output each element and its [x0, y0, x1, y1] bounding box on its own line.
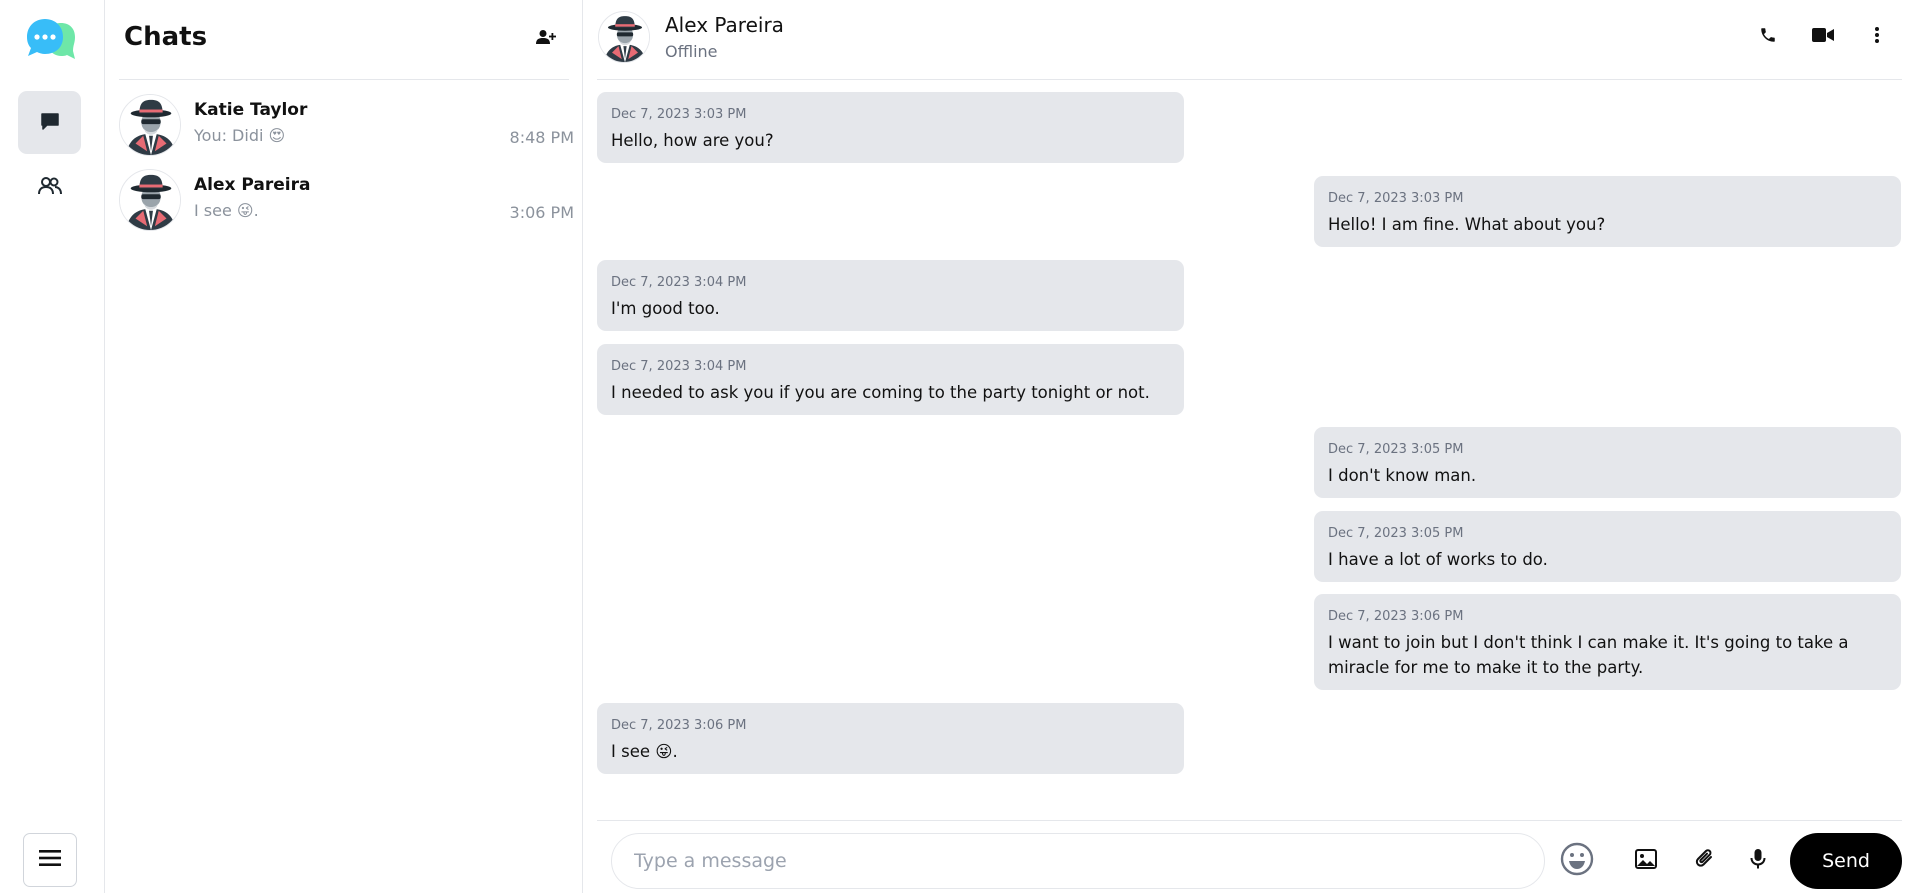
- message-text: I have a lot of works to do.: [1328, 550, 1548, 569]
- attach-file-button[interactable]: [1686, 842, 1724, 880]
- more-vertical-icon: [1874, 26, 1880, 48]
- video-call-button[interactable]: [1808, 22, 1838, 52]
- message-bubble-outgoing: Dec 7, 2023 3:05 PM I don't know man.: [1314, 427, 1901, 498]
- add-contact-button[interactable]: [531, 24, 561, 54]
- message-text: I'm good too.: [611, 299, 720, 318]
- left-rail: [0, 0, 105, 893]
- video-icon: [1812, 27, 1834, 47]
- message-bubble-incoming: Dec 7, 2023 3:04 PM I'm good too.: [597, 260, 1184, 331]
- message-timestamp: Dec 7, 2023 3:04 PM: [611, 275, 747, 290]
- message-timestamp: Dec 7, 2023 3:06 PM: [611, 718, 747, 733]
- microphone-icon: [1750, 848, 1766, 874]
- menu-button[interactable]: [23, 833, 77, 887]
- emoji-button[interactable]: [1558, 842, 1596, 880]
- message-text: I needed to ask you if you are coming to…: [611, 383, 1150, 402]
- message-timestamp: Dec 7, 2023 3:05 PM: [1328, 442, 1464, 457]
- message-text: Hello, how are you?: [611, 131, 774, 150]
- rail-contacts-button[interactable]: [18, 156, 81, 219]
- composer-divider: [597, 820, 1902, 821]
- chat-preview: You: Didi 😍: [194, 126, 286, 145]
- chat-list-header: Chats: [119, 0, 569, 80]
- paperclip-icon: [1695, 848, 1715, 874]
- avatar: [119, 169, 181, 231]
- message-bubble-outgoing: Dec 7, 2023 3:05 PM I have a lot of work…: [1314, 511, 1901, 582]
- message-text: I want to join but I don't think I can m…: [1328, 633, 1849, 677]
- message-bubble-incoming: Dec 7, 2023 3:03 PM Hello, how are you?: [597, 92, 1184, 163]
- chat-time: 8:48 PM: [509, 128, 574, 147]
- conversation-status: Offline: [665, 42, 718, 61]
- message-timestamp: Dec 7, 2023 3:04 PM: [611, 359, 747, 374]
- users-icon: [37, 176, 62, 200]
- image-upload-button[interactable]: [1627, 842, 1665, 880]
- chat-list-panel: Chats Katie Taylor You: Didi 😍 8:48 PM A…: [105, 0, 583, 893]
- message-input[interactable]: [611, 833, 1545, 889]
- message-bubble-incoming: Dec 7, 2023 3:04 PM I needed to ask you …: [597, 344, 1184, 415]
- message-bubble-outgoing: Dec 7, 2023 3:03 PM Hello! I am fine. Wh…: [1314, 176, 1901, 247]
- image-icon: [1635, 849, 1657, 873]
- message-timestamp: Dec 7, 2023 3:03 PM: [611, 107, 747, 122]
- chat-preview: I see 😜.: [194, 201, 259, 220]
- message-composer: Send: [583, 820, 1910, 893]
- rail-chats-button[interactable]: [18, 91, 81, 154]
- avatar: [119, 94, 181, 156]
- chat-time: 3:06 PM: [509, 203, 574, 222]
- avatar: [598, 11, 650, 63]
- chat-name: Alex Pareira: [194, 175, 311, 195]
- more-options-button[interactable]: [1862, 22, 1892, 52]
- message-text: I don't know man.: [1328, 466, 1477, 485]
- message-text: Hello! I am fine. What about you?: [1328, 215, 1606, 234]
- chat-list-title: Chats: [124, 22, 208, 52]
- message-bubble-incoming: Dec 7, 2023 3:06 PM I see 😜.: [597, 703, 1184, 774]
- conversation-name: Alex Pareira: [665, 13, 784, 37]
- app-logo: [25, 17, 75, 65]
- voice-record-button[interactable]: [1739, 842, 1777, 880]
- hamburger-icon: [39, 849, 61, 871]
- chat-bubble-icon: [40, 111, 60, 135]
- message-text: I see 😜.: [611, 742, 678, 761]
- message-bubble-outgoing: Dec 7, 2023 3:06 PM I want to join but I…: [1314, 594, 1901, 690]
- chat-list-item[interactable]: Katie Taylor You: Didi 😍 8:48 PM: [119, 88, 574, 162]
- conversation-header: Alex Pareira Offline: [583, 0, 1910, 80]
- chat-name: Katie Taylor: [194, 100, 308, 120]
- message-list: Dec 7, 2023 3:03 PM Hello, how are you? …: [583, 80, 1910, 820]
- message-timestamp: Dec 7, 2023 3:06 PM: [1328, 609, 1464, 624]
- phone-icon: [1759, 26, 1777, 48]
- message-timestamp: Dec 7, 2023 3:03 PM: [1328, 191, 1464, 206]
- voice-call-button[interactable]: [1753, 22, 1783, 52]
- message-timestamp: Dec 7, 2023 3:05 PM: [1328, 526, 1464, 541]
- send-button[interactable]: Send: [1790, 833, 1902, 889]
- chat-list-item[interactable]: Alex Pareira I see 😜. 3:06 PM: [119, 163, 574, 237]
- add-user-icon: [536, 29, 556, 49]
- emoji-icon: [1560, 842, 1594, 880]
